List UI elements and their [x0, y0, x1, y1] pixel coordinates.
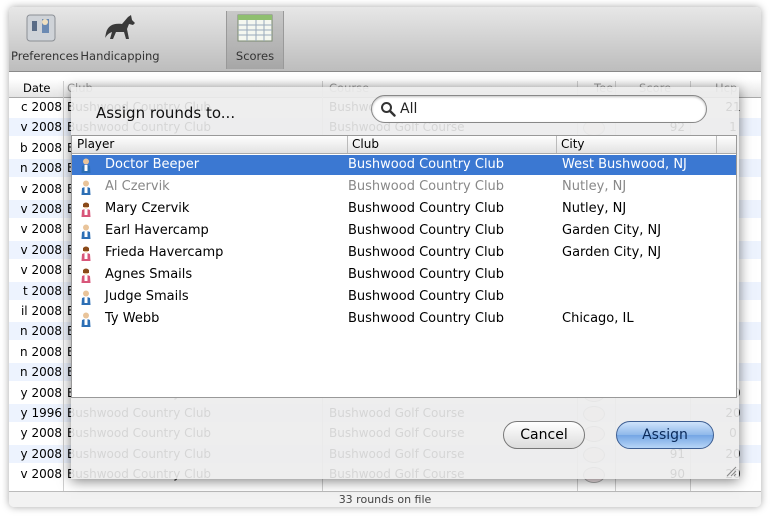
- player-list[interactable]: Player Club City Doctor Beeper Bushwood C…: [71, 135, 737, 398]
- player-club: Bushwood Country Club: [348, 267, 505, 282]
- player-club: Bushwood Country Club: [348, 223, 505, 238]
- player-name: Doctor Beeper: [105, 157, 200, 172]
- toolbar-preferences[interactable]: Preferences: [11, 11, 79, 69]
- player-club: Bushwood Country Club: [348, 311, 505, 326]
- cell-date: y 2008: [20, 446, 62, 461]
- horse-icon: [105, 15, 135, 39]
- cell-date: v 2008: [20, 181, 62, 196]
- search-input[interactable]: [398, 99, 692, 119]
- scorecard-icon: [237, 14, 273, 42]
- cancel-button[interactable]: Cancel: [503, 421, 585, 449]
- player-club: Bushwood Country Club: [348, 289, 505, 304]
- female-golfer-icon: [80, 202, 92, 217]
- male-golfer-icon: [80, 158, 92, 173]
- column-city[interactable]: City: [556, 136, 585, 153]
- toolbar-preferences-label: Preferences: [11, 49, 79, 63]
- cell-date: n 2008: [20, 365, 62, 380]
- cell-date: y 1996: [20, 406, 62, 420]
- list-item[interactable]: Mary Czervik Bushwood Country Club Nutley,…: [72, 199, 736, 219]
- cell-date: v 2008: [20, 222, 62, 237]
- male-golfer-icon: [80, 290, 92, 305]
- column-divider: [63, 81, 64, 491]
- toolbar: Preferences Handicapping Scores: [9, 7, 761, 72]
- cell-date: n 2008: [20, 161, 62, 176]
- header-date[interactable]: Date: [23, 79, 51, 97]
- main-window: Preferences Handicapping Scores Date c 2…: [9, 7, 761, 507]
- column-player[interactable]: Player: [77, 136, 114, 153]
- toolbar-scores-label: Scores: [235, 49, 275, 63]
- cell-date: v 2008: [20, 467, 62, 482]
- player-list-header: Player Club City: [72, 136, 736, 154]
- preferences-icon: [26, 14, 56, 42]
- list-item[interactable]: Frieda Havercamp Bushwood Country Club Gar…: [72, 243, 736, 263]
- cell-date: v 2008: [20, 263, 62, 278]
- search-field[interactable]: [371, 95, 707, 123]
- cell-date: c 2008: [21, 100, 62, 114]
- player-city: Nutley, NJ: [562, 179, 627, 194]
- cell-date: il 2008: [20, 304, 62, 318]
- list-item[interactable]: Agnes Smails Bushwood Country Club: [72, 265, 736, 285]
- cell-date: n 2008: [20, 344, 62, 359]
- female-golfer-icon: [80, 268, 92, 283]
- column-club[interactable]: Club: [347, 136, 379, 153]
- cell-date: v 2008: [20, 120, 62, 135]
- male-golfer-icon: [80, 312, 92, 327]
- player-name: Ty Webb: [105, 311, 160, 326]
- cell-date: b 2008: [20, 140, 62, 155]
- player-name: Al Czervik: [105, 179, 170, 194]
- cell-date: n 2008: [20, 324, 62, 339]
- male-golfer-icon: [80, 180, 92, 195]
- resize-grip-icon[interactable]: [725, 465, 737, 477]
- player-club: Bushwood Country Club: [348, 157, 505, 172]
- cell-date: v 2008: [20, 242, 62, 257]
- list-item[interactable]: Doctor Beeper Bushwood Country Club West B…: [72, 155, 736, 175]
- cell-date: y 2008: [20, 385, 62, 400]
- sheet-title: Assign rounds to...: [96, 104, 236, 122]
- toolbar-handicapping[interactable]: Handicapping: [79, 11, 161, 69]
- player-name: Frieda Havercamp: [105, 245, 224, 260]
- list-item[interactable]: Judge Smails Bushwood Country Club: [72, 287, 736, 307]
- player-name: Judge Smails: [105, 289, 189, 304]
- player-club: Bushwood Country Club: [348, 245, 505, 260]
- toolbar-scores[interactable]: Scores: [226, 11, 284, 69]
- cell-date: t 2008: [22, 283, 62, 298]
- list-item[interactable]: Al Czervik Bushwood Country Club Nutley, N…: [72, 177, 736, 197]
- assign-button[interactable]: Assign: [616, 421, 714, 449]
- list-item[interactable]: Ty Webb Bushwood Country Club Chicago, IL: [72, 309, 736, 329]
- player-name: Mary Czervik: [105, 201, 190, 216]
- search-icon: [381, 102, 396, 117]
- player-city: Garden City, NJ: [562, 245, 662, 260]
- player-club: Bushwood Country Club: [348, 201, 505, 216]
- cell-date: y 2008: [20, 426, 62, 441]
- player-name: Earl Havercamp: [105, 223, 209, 238]
- assign-rounds-sheet: Assign rounds to... Player Club City Doc…: [71, 87, 739, 479]
- player-city: Garden City, NJ: [562, 223, 662, 238]
- player-club: Bushwood Country Club: [348, 179, 505, 194]
- player-name: Agnes Smails: [105, 267, 193, 282]
- cell-date: v 2008: [20, 202, 62, 216]
- column-corner: [716, 136, 736, 153]
- status-bar: 33 rounds on file: [9, 491, 761, 507]
- toolbar-handicapping-label: Handicapping: [80, 49, 160, 63]
- player-city: Chicago, IL: [562, 311, 634, 326]
- player-city: West Bushwood, NJ: [562, 157, 687, 172]
- list-item[interactable]: Earl Havercamp Bushwood Country Club Garde…: [72, 221, 736, 241]
- female-golfer-icon: [80, 246, 92, 261]
- male-golfer-icon: [80, 224, 92, 239]
- player-city: Nutley, NJ: [562, 201, 627, 216]
